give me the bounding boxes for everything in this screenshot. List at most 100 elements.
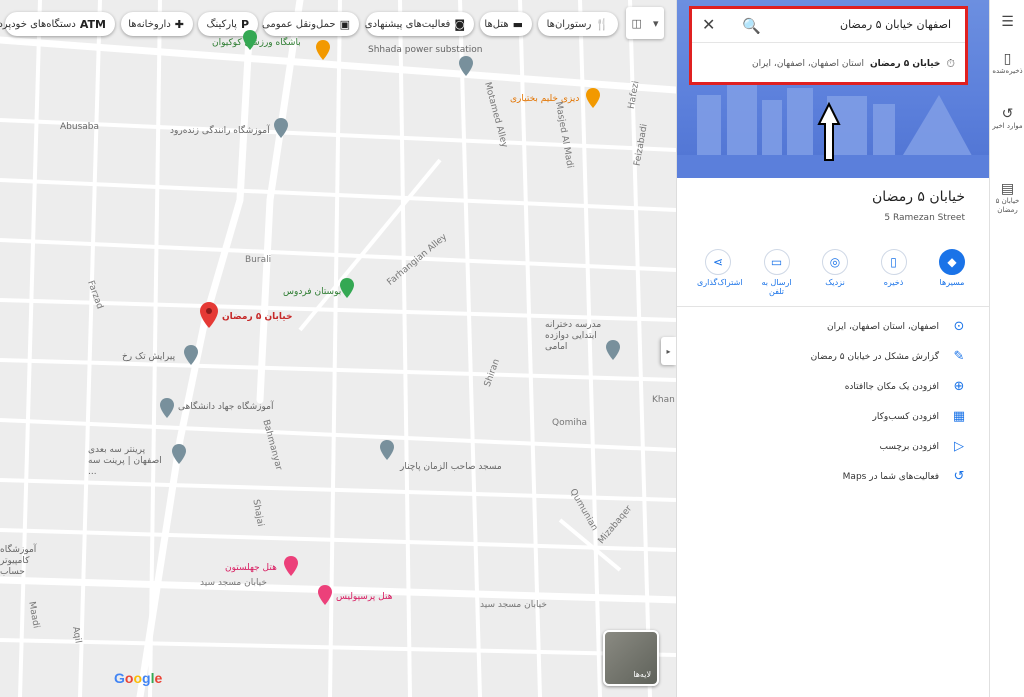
camera-icon: ◙ [454, 17, 465, 31]
satellite-icon: ◫ [631, 16, 642, 30]
hotel-pin-icon[interactable] [284, 556, 298, 576]
chip-label: داروخانه‌ها [128, 18, 171, 30]
selected-location-pin-icon[interactable] [200, 302, 218, 328]
search-suggestion[interactable]: ⏱ خیابان ۵ رمضان استان اصفهان، اصفهان، ا… [752, 57, 955, 71]
menu-button[interactable]: ☰ [990, 14, 1024, 30]
chip-hotel[interactable]: ▬ هتل‌ها [480, 12, 532, 36]
restaurant-pin-icon[interactable] [586, 88, 600, 108]
action-nearby[interactable]: ◎ نزدیک [814, 249, 856, 296]
bookmark-icon: ▯ [1003, 51, 1012, 67]
info-row-text: افزودن یک مکان جاافتاده [844, 381, 939, 392]
nearby-icon: ◎ [822, 249, 848, 275]
history-icon: ↺ [1001, 106, 1014, 122]
action-directions[interactable]: ◆ مسیرها [931, 249, 973, 296]
action-bookmark[interactable]: ▯ ذخیره [873, 249, 915, 296]
search-input[interactable]: اصفهان خیابان ۵ رمضان [840, 18, 951, 31]
info-row-text: افزودن کسب‌وکار [872, 411, 939, 422]
map-label-school[interactable]: مدرسه دخترانه ابتدایی دوازده امامی [545, 320, 605, 353]
search-icon[interactable]: 🔍 [742, 17, 761, 35]
poi-pin-icon[interactable] [160, 398, 174, 418]
label-icon: ▷ [954, 439, 964, 454]
poi-pin-icon[interactable] [172, 444, 186, 464]
chip-camera[interactable]: ◙ فعالیت‌های پیشنهادی [365, 12, 474, 36]
info-row-pencil[interactable]: ✎ گزارش مشکل در خیابان ۵ رمضان [811, 349, 967, 364]
hotel-pin-icon[interactable] [318, 585, 332, 605]
search-box: اصفهان خیابان ۵ رمضان 🔍 ✕ ⏱ خیابان ۵ رمض… [689, 6, 968, 85]
action-label: مسیرها [939, 278, 965, 287]
chip-pharmacy[interactable]: ✚ داروخانه‌ها [121, 12, 193, 36]
map-label-print[interactable]: پرینتر سه بعدی اصفهان | پرینت سه ... [88, 445, 168, 478]
action-label: اشتراک‌گذاری [697, 278, 743, 287]
up-arrow-annotation-icon [817, 102, 841, 161]
chip-label: پارکینگ [206, 18, 237, 30]
street-label-street2: خیابان مسجد سید [480, 600, 547, 610]
rail-item-label: ذخیره‌شده [992, 67, 1023, 75]
map-label-computer[interactable]: آموزشگاه کامپیوتر حساب [0, 545, 54, 578]
map-label-abusaba: Abusaba [60, 122, 100, 132]
park-pin-icon[interactable] [243, 30, 257, 50]
chevron-right-icon: ▸ [666, 346, 671, 356]
chip-restaurant[interactable]: 🍴 رستوران‌ها [538, 12, 618, 36]
layers-button[interactable]: لایه‌ها [603, 630, 659, 686]
history-icon: ↺ [953, 469, 965, 484]
restaurant-pin-icon[interactable] [316, 40, 330, 60]
hotel-icon: ▬ [512, 17, 523, 31]
poi-pin-icon[interactable] [184, 345, 198, 365]
rail-item-label: موارد اخیر [992, 122, 1023, 130]
action-label: ذخیره [883, 278, 904, 287]
suggestion-detail: استان اصفهان، اصفهان، ایران [751, 59, 864, 69]
map-canvas[interactable]: ◫ ▾ ATMدستگاه‌های خودپرداز✚داروخانه‌هاPپ… [0, 0, 676, 697]
action-send-to-phone[interactable]: ▭ ارسال به تلفن [756, 249, 798, 296]
close-icon[interactable]: ✕ [702, 15, 715, 34]
info-row-label[interactable]: ▷ افزودن برچسب [880, 439, 968, 454]
poi-pin-icon[interactable] [606, 340, 620, 360]
park-pin-icon[interactable] [340, 278, 354, 298]
layers-label: لایه‌ها [633, 670, 651, 679]
street-label-khan: Khan [652, 395, 675, 405]
place-subtitle: 5 Ramezan Street [884, 213, 965, 223]
rail-item-history[interactable]: ↺ موارد اخیر [990, 106, 1024, 131]
restaurant-icon: 🍴 [595, 17, 609, 31]
poi-pin-icon[interactable] [274, 118, 288, 138]
map-label-mosque[interactable]: مسجد صاحب الزمان پاچنار [400, 462, 502, 472]
map-label-substation[interactable]: Shhada power substation [368, 45, 482, 55]
info-row-text: افزودن برچسب [879, 441, 940, 452]
map-label-hotel2[interactable]: هتل پرسپولیس [336, 592, 392, 602]
map-label-selected[interactable]: خیابان ۵ رمضان [222, 312, 292, 322]
transit-icon: ▣ [339, 17, 350, 31]
poi-pin-icon[interactable] [459, 56, 473, 76]
rail-item-street-thumbnail[interactable]: ▤ خیابان ۵ رمضان [990, 182, 1024, 215]
add-business-icon: ▦ [952, 409, 966, 424]
map-label-restaurant[interactable]: دیزی خلیم بختیاری [510, 94, 579, 104]
add-place-icon: ⊕ [953, 379, 965, 394]
map-label-driving-school[interactable]: آموزشگاه رانندگی زنده‌رود [170, 126, 270, 136]
action-label: ارسال به تلفن [761, 278, 792, 296]
chip-label: رستوران‌ها [546, 18, 592, 30]
place-actions: ◆ مسیرها ▯ ذخیره ◎ نزدیک ▭ ارسال به تلفن ⋖ اشتراک… [697, 249, 973, 296]
pencil-icon: ✎ [953, 349, 965, 364]
rail-item-bookmark[interactable]: ▯ ذخیره‌شده [990, 51, 1024, 76]
street-label-qomiha: Qomiha [552, 418, 588, 428]
bookmark-icon: ▯ [880, 249, 907, 275]
chip-label: هتل‌ها [484, 18, 509, 30]
map-label-university[interactable]: آموزشگاه جهاد دانشگاهی [178, 402, 273, 412]
place-title: خیابان ۵ رمضان [872, 189, 965, 205]
google-logo: Google [114, 670, 163, 686]
collapse-panel-button[interactable]: ▸ [661, 337, 676, 365]
info-row-add-business[interactable]: ▦ افزودن کسب‌وکار [873, 409, 967, 424]
map-label-park[interactable]: بوستان فردوس [283, 287, 341, 297]
info-row-add-place[interactable]: ⊕ افزودن یک مکان جاافتاده [845, 379, 967, 394]
side-rail: ☰ ▯ ذخیره‌شده ↺ موارد اخیر ▤ خیابان ۵ رمضان [989, 0, 1024, 697]
chip-label: دستگاه‌های خودپرداز [0, 18, 76, 30]
map-label-hotel1[interactable]: هتل جهلستون [225, 563, 277, 573]
chip-atm[interactable]: ATMدستگاه‌های خودپرداز [0, 12, 115, 36]
map-label-beauty[interactable]: پیرایش تک رخ [122, 352, 175, 362]
info-row-history[interactable]: ↺ فعالیت‌های شما در Maps [843, 469, 967, 484]
chip-label: حمل‌ونقل عمومی [262, 18, 336, 30]
chip-transit[interactable]: ▣ حمل‌ونقل عمومی [262, 12, 359, 36]
action-share[interactable]: ⋖ اشتراک‌گذاری [697, 249, 743, 296]
menu-icon: ☰ [1001, 14, 1014, 30]
map-type-dropdown[interactable]: ◫ ▾ [626, 7, 664, 39]
mosque-pin-icon[interactable] [380, 440, 394, 460]
info-row-location[interactable]: ⊙ اصفهان، استان اصفهان، ایران [827, 319, 967, 334]
